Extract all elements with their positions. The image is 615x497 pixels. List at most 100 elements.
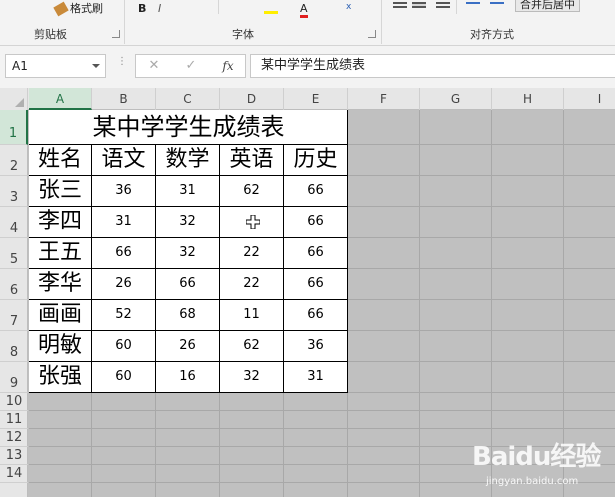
paintbrush-icon: [53, 1, 69, 17]
row-header-14[interactable]: 14: [0, 465, 28, 483]
student-name-cell[interactable]: 李华: [29, 269, 92, 300]
ribbon: 格式刷 剪贴板 B I A x 字体 合并后居中 对齐方式: [0, 0, 615, 46]
column-header-b[interactable]: B: [92, 88, 156, 110]
student-name-cell[interactable]: 明敏: [29, 331, 92, 362]
score-cell[interactable]: 32: [156, 238, 220, 269]
watermark-url: jingyan.baidu.com: [486, 476, 579, 487]
student-name-cell[interactable]: 王五: [29, 238, 92, 269]
score-cell[interactable]: 16: [156, 362, 220, 393]
enter-button[interactable]: ✓: [181, 58, 201, 74]
header-cell[interactable]: 语文: [92, 145, 156, 176]
header-cell[interactable]: 历史: [284, 145, 348, 176]
score-cell[interactable]: 66: [284, 207, 348, 238]
name-box[interactable]: A1: [5, 54, 106, 78]
row-header-13[interactable]: 13: [0, 447, 28, 465]
column-header-i[interactable]: I: [564, 88, 615, 110]
row-header-7[interactable]: 7: [0, 300, 28, 331]
group-separator: [124, 0, 125, 44]
row-header-6[interactable]: 6: [0, 269, 28, 300]
score-cell[interactable]: 31: [284, 362, 348, 393]
increase-indent-icon[interactable]: [490, 2, 504, 6]
row-header-11[interactable]: 11: [0, 411, 28, 429]
score-cell[interactable]: 31: [92, 207, 156, 238]
score-cell[interactable]: 36: [92, 176, 156, 207]
score-cell[interactable]: 31: [156, 176, 220, 207]
score-cell[interactable]: 66: [284, 176, 348, 207]
column-header-g[interactable]: G: [420, 88, 492, 110]
format-painter-button[interactable]: 格式刷: [53, 0, 103, 18]
column-header-a[interactable]: A: [29, 88, 92, 110]
drag-handle-icon[interactable]: ⋮: [117, 57, 127, 67]
score-cell[interactable]: 11: [220, 300, 284, 331]
row-header-9[interactable]: 9: [0, 362, 28, 393]
align-center-icon[interactable]: [412, 2, 426, 8]
decrease-indent-icon[interactable]: [466, 2, 480, 6]
score-cell[interactable]: 66: [92, 238, 156, 269]
cancel-button[interactable]: ✕: [144, 58, 164, 74]
formula-buttons: ✕ ✓ fx: [135, 54, 246, 78]
header-cell[interactable]: 姓名: [29, 145, 92, 176]
divider: [456, 0, 457, 14]
row-header-3[interactable]: 3: [0, 176, 28, 207]
chevron-down-icon[interactable]: [92, 64, 100, 68]
score-cell[interactable]: 66: [284, 300, 348, 331]
row-header-4[interactable]: 4: [0, 207, 28, 238]
row-header-10[interactable]: 10: [0, 393, 28, 411]
column-header-f[interactable]: F: [348, 88, 420, 110]
row-header-2[interactable]: 2: [0, 145, 28, 176]
clipboard-launcher-icon[interactable]: [112, 30, 120, 38]
align-right-icon[interactable]: [436, 2, 450, 8]
score-cell[interactable]: 32: [220, 362, 284, 393]
divider: [218, 0, 219, 14]
insert-function-button[interactable]: fx: [218, 58, 238, 74]
score-cell[interactable]: 66: [284, 269, 348, 300]
score-cell[interactable]: 66: [156, 269, 220, 300]
table-title[interactable]: 某中学学生成绩表: [29, 110, 348, 145]
score-cell[interactable]: 62: [220, 331, 284, 362]
formula-bar: A1 ⋮ ✕ ✓ fx 某中学学生成绩表: [0, 46, 615, 88]
score-cell[interactable]: 52: [92, 300, 156, 331]
gridline: [29, 410, 615, 411]
align-left-icon[interactable]: [393, 2, 407, 8]
score-cell[interactable]: 26: [156, 331, 220, 362]
column-header-d[interactable]: D: [220, 88, 284, 110]
row-header-1[interactable]: 1: [0, 110, 28, 145]
merge-center-button[interactable]: 合并后居中: [515, 0, 580, 12]
score-cell[interactable]: 60: [92, 362, 156, 393]
row-header-5[interactable]: 5: [0, 238, 28, 269]
phonetic-icon[interactable]: x: [346, 2, 360, 14]
score-cell[interactable]: 62: [220, 176, 284, 207]
name-box-value: A1: [12, 59, 28, 73]
column-header-h[interactable]: H: [492, 88, 564, 110]
format-painter-label: 格式刷: [70, 2, 103, 15]
column-headers: ABCDEFGHI: [0, 88, 615, 110]
header-cell[interactable]: 英语: [220, 145, 284, 176]
bold-button[interactable]: B: [138, 0, 146, 18]
column-header-e[interactable]: E: [284, 88, 348, 110]
student-name-cell[interactable]: 李四: [29, 207, 92, 238]
watermark: Baidu经验 jingyan.baidu.com: [472, 432, 612, 494]
student-name-cell[interactable]: 画画: [29, 300, 92, 331]
fill-color-icon[interactable]: [264, 2, 278, 14]
score-cell[interactable]: 68: [156, 300, 220, 331]
student-name-cell[interactable]: 张强: [29, 362, 92, 393]
row-header-12[interactable]: 12: [0, 429, 28, 447]
header-cell[interactable]: 数学: [156, 145, 220, 176]
student-name-cell[interactable]: 张三: [29, 176, 92, 207]
score-cell[interactable]: 32: [156, 207, 220, 238]
score-cell[interactable]: 60: [92, 331, 156, 362]
font-launcher-icon[interactable]: [368, 30, 376, 38]
column-header-c[interactable]: C: [156, 88, 220, 110]
formula-input[interactable]: 某中学学生成绩表: [250, 54, 615, 78]
score-cell[interactable]: 22: [220, 238, 284, 269]
gridline: [29, 428, 615, 429]
row-header-8[interactable]: 8: [0, 331, 28, 362]
watermark-brand: Baidu经验: [472, 442, 601, 472]
score-cell[interactable]: 36: [284, 331, 348, 362]
score-cell[interactable]: 22: [220, 269, 284, 300]
score-cell[interactable]: 66: [284, 238, 348, 269]
italic-icon[interactable]: I: [158, 0, 161, 18]
select-all-button[interactable]: [0, 88, 28, 110]
score-cell[interactable]: 26: [92, 269, 156, 300]
font-color-button[interactable]: A: [300, 0, 308, 18]
